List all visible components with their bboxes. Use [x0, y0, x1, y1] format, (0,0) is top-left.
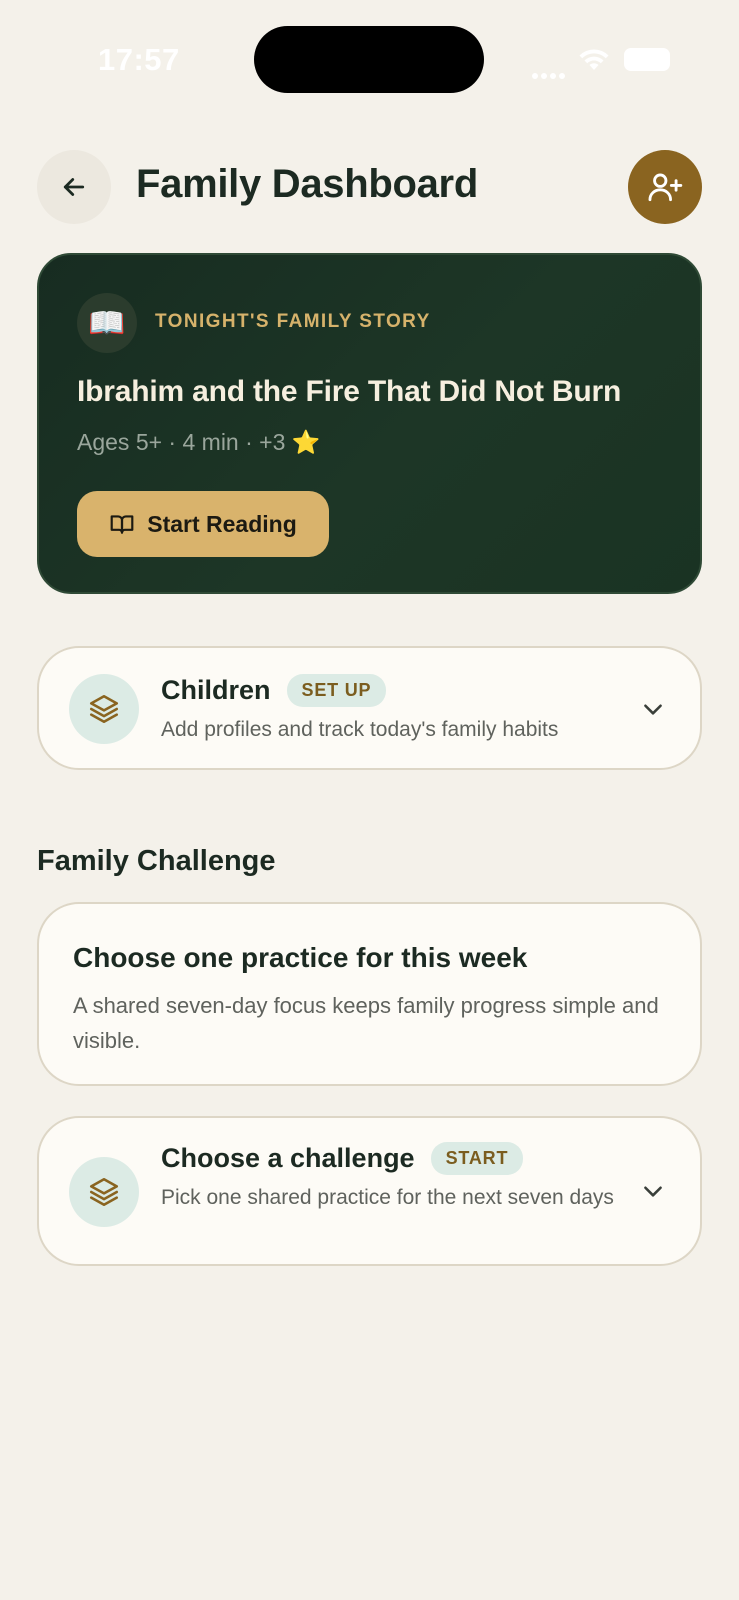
layers-icon	[69, 1157, 139, 1227]
story-title: Ibrahim and the Fire That Did Not Burn	[77, 375, 622, 408]
user-plus-icon	[648, 173, 683, 202]
dynamic-island	[254, 26, 484, 93]
start-reading-button[interactable]: Start Reading	[77, 491, 329, 557]
tonights-story-card: 📖 TONIGHT'S FAMILY STORY Ibrahim and the…	[37, 253, 702, 594]
layers-icon	[69, 674, 139, 744]
back-button[interactable]	[37, 150, 111, 224]
page-title: Family Dashboard	[136, 162, 478, 206]
family-challenge-heading: Family Challenge	[37, 845, 276, 877]
open-book-icon	[110, 515, 134, 534]
status-time: 17:57	[98, 42, 180, 77]
book-icon: 📖	[77, 293, 137, 353]
choose-challenge-card[interactable]: Choose a challenge START Pick one shared…	[37, 1116, 702, 1266]
challenge-info-body: A shared seven-day focus keeps family pr…	[73, 993, 659, 1053]
challenge-info-card: Choose one practice for this week A shar…	[37, 902, 702, 1086]
story-meta: Ages 5+ · 4 min · +3 ⭐	[77, 429, 321, 455]
wifi-icon	[579, 49, 609, 70]
chevron-down-icon[interactable]	[640, 696, 666, 722]
challenge-info-title: Choose one practice for this week	[73, 942, 528, 973]
setup-badge: SET UP	[286, 674, 387, 707]
start-reading-label: Start Reading	[147, 510, 297, 537]
chevron-down-icon[interactable]	[640, 1178, 666, 1204]
children-heading-row: Children SET UP	[161, 674, 387, 707]
children-subtitle: Add profiles and track today's family ha…	[161, 718, 559, 741]
children-title: Children	[161, 675, 271, 705]
choose-challenge-subtitle: Pick one shared practice for the next se…	[161, 1186, 614, 1209]
status-bar: 17:57	[0, 0, 739, 110]
arrow-left-icon	[63, 178, 85, 196]
add-family-member-button[interactable]	[628, 150, 702, 224]
battery-icon	[624, 48, 670, 71]
cellular-signal-icon	[532, 66, 570, 79]
choose-challenge-title: Choose a challenge	[161, 1143, 415, 1173]
children-card[interactable]: Children SET UP Add profiles and track t…	[37, 646, 702, 770]
story-eyebrow: TONIGHT'S FAMILY STORY	[155, 311, 431, 332]
challenge-heading-row: Choose a challenge START	[161, 1142, 524, 1175]
start-badge: START	[430, 1142, 524, 1175]
